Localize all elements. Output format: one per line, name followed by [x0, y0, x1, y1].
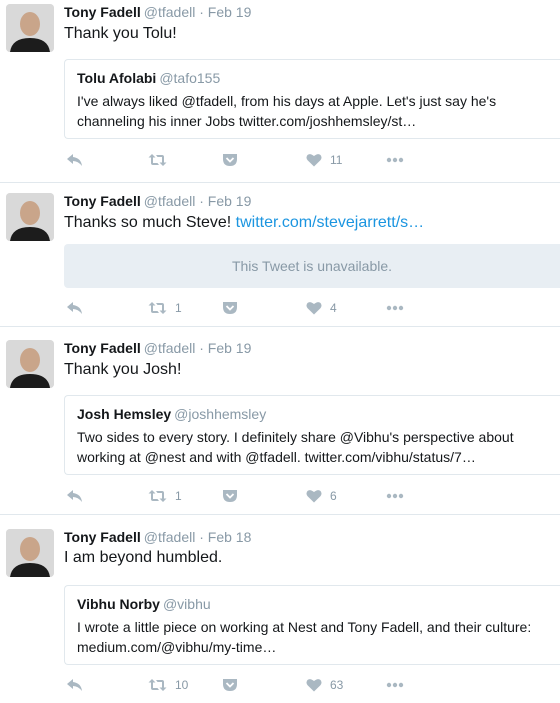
retweet-button[interactable]: 1 [148, 299, 182, 317]
tweet-date[interactable]: Feb 19 [208, 340, 252, 356]
retweet-button[interactable] [148, 151, 175, 169]
separator: · [199, 529, 204, 545]
pocket-icon [223, 302, 237, 314]
pocket-icon [223, 679, 237, 691]
quoted-tweet[interactable]: Josh Hemsley @joshhemsley Two sides to ev… [64, 395, 560, 475]
like-button[interactable]: 4 [306, 299, 337, 317]
tweet-date[interactable]: Feb 18 [208, 529, 252, 545]
more-icon [386, 305, 404, 311]
more-button[interactable] [386, 299, 404, 317]
tweet-actions: 1 4 [64, 299, 484, 317]
reply-button[interactable] [66, 151, 83, 169]
more-button[interactable] [386, 151, 404, 169]
pocket-button[interactable] [222, 299, 238, 317]
tweet-text: Thank you Josh! [64, 361, 182, 378]
tweet-actions: 11 [64, 151, 484, 169]
author-handle[interactable]: @tfadell [144, 529, 196, 545]
like-button[interactable]: 63 [306, 676, 343, 694]
like-button[interactable]: 11 [306, 151, 342, 169]
like-count: 11 [330, 153, 343, 167]
tweet-text: Thanks so much Steve! [64, 214, 236, 231]
reply-button[interactable] [66, 676, 83, 694]
like-count: 4 [330, 301, 337, 315]
more-button[interactable] [386, 676, 404, 694]
author-name[interactable]: Tony Fadell [64, 340, 141, 356]
quoted-tweet[interactable]: Tolu Afolabi @tafo155 I've always liked @… [64, 59, 560, 139]
quoted-tweet[interactable]: Vibhu Norby @vibhu I wrote a little piece… [64, 585, 560, 665]
tweet[interactable]: Tony Fadell @tfadell · Feb 18 I am beyond… [0, 515, 560, 703]
reply-icon [67, 154, 82, 166]
unavailable-tweet-notice: This Tweet is unavailable. [64, 244, 560, 288]
author-handle[interactable]: @tfadell [144, 340, 196, 356]
author-name[interactable]: Tony Fadell [64, 529, 141, 545]
quoted-author-handle: @tafo155 [159, 70, 221, 86]
more-button[interactable] [386, 487, 404, 505]
like-count: 6 [330, 489, 337, 503]
more-icon [386, 157, 404, 163]
tweet[interactable]: Tony Fadell @tfadell · Feb 19 Thank you J… [0, 327, 560, 515]
pocket-icon [223, 490, 237, 502]
avatar[interactable] [6, 340, 54, 388]
reply-button[interactable] [66, 299, 83, 317]
author-name[interactable]: Tony Fadell [64, 193, 141, 209]
quoted-author-handle: @vibhu [162, 596, 211, 612]
heart-icon [306, 302, 322, 315]
avatar[interactable] [6, 4, 54, 52]
tweet[interactable]: Tony Fadell @tfadell · Feb 19 Thanks so m… [0, 183, 560, 327]
tweet-date[interactable]: Feb 19 [208, 193, 252, 209]
quoted-tweet-text: I've always liked @tfadell, from his day… [77, 93, 497, 129]
like-count: 63 [330, 678, 344, 692]
quoted-author-name: Vibhu Norby [77, 596, 160, 612]
author-name[interactable]: Tony Fadell [64, 4, 141, 20]
retweet-icon [148, 154, 167, 166]
author-handle[interactable]: @tfadell [144, 4, 196, 20]
separator: · [199, 340, 204, 356]
retweet-icon [148, 679, 167, 691]
tweet-actions: 10 63 [64, 676, 484, 694]
more-icon [386, 682, 404, 688]
pocket-button[interactable] [222, 151, 238, 169]
author-handle[interactable]: @tfadell [144, 193, 196, 209]
quoted-tweet-text: Two sides to every story. I definitely s… [77, 429, 514, 465]
like-button[interactable]: 6 [306, 487, 337, 505]
tweet-date[interactable]: Feb 19 [208, 4, 252, 20]
heart-icon [306, 490, 322, 503]
heart-icon [306, 679, 322, 692]
tweet-text: I am beyond humbled. [64, 549, 223, 566]
retweet-icon [148, 490, 167, 502]
retweet-icon [148, 302, 167, 314]
avatar[interactable] [6, 193, 54, 241]
more-icon [386, 493, 404, 499]
tweet-text: Thank you Tolu! [64, 25, 177, 42]
retweet-button[interactable]: 10 [148, 676, 188, 694]
retweet-count: 10 [175, 678, 189, 692]
retweet-button[interactable]: 1 [148, 487, 182, 505]
tweet-link[interactable]: twitter.com/stevejarrett/s… [236, 214, 425, 231]
reply-button[interactable] [66, 487, 83, 505]
heart-icon [306, 154, 322, 167]
reply-icon [67, 679, 82, 691]
quoted-author-name: Josh Hemsley [77, 406, 172, 422]
tweet-feed: Tony Fadell @tfadell · Feb 19 Thank you T… [0, 0, 560, 703]
pocket-button[interactable] [222, 487, 238, 505]
quoted-author-name: Tolu Afolabi [77, 70, 157, 86]
tweet-actions: 1 6 [64, 487, 484, 505]
quoted-author-handle: @joshhemsley [174, 406, 267, 422]
separator: · [199, 4, 204, 20]
reply-icon [67, 490, 82, 502]
retweet-count: 1 [175, 489, 182, 503]
reply-icon [67, 302, 82, 314]
pocket-icon [223, 154, 237, 166]
tweet[interactable]: Tony Fadell @tfadell · Feb 19 Thank you T… [0, 0, 560, 183]
quoted-tweet-text: I wrote a little piece on working at Nes… [77, 619, 532, 655]
avatar[interactable] [6, 529, 54, 577]
pocket-button[interactable] [222, 676, 238, 694]
separator: · [199, 193, 204, 209]
retweet-count: 1 [175, 301, 182, 315]
